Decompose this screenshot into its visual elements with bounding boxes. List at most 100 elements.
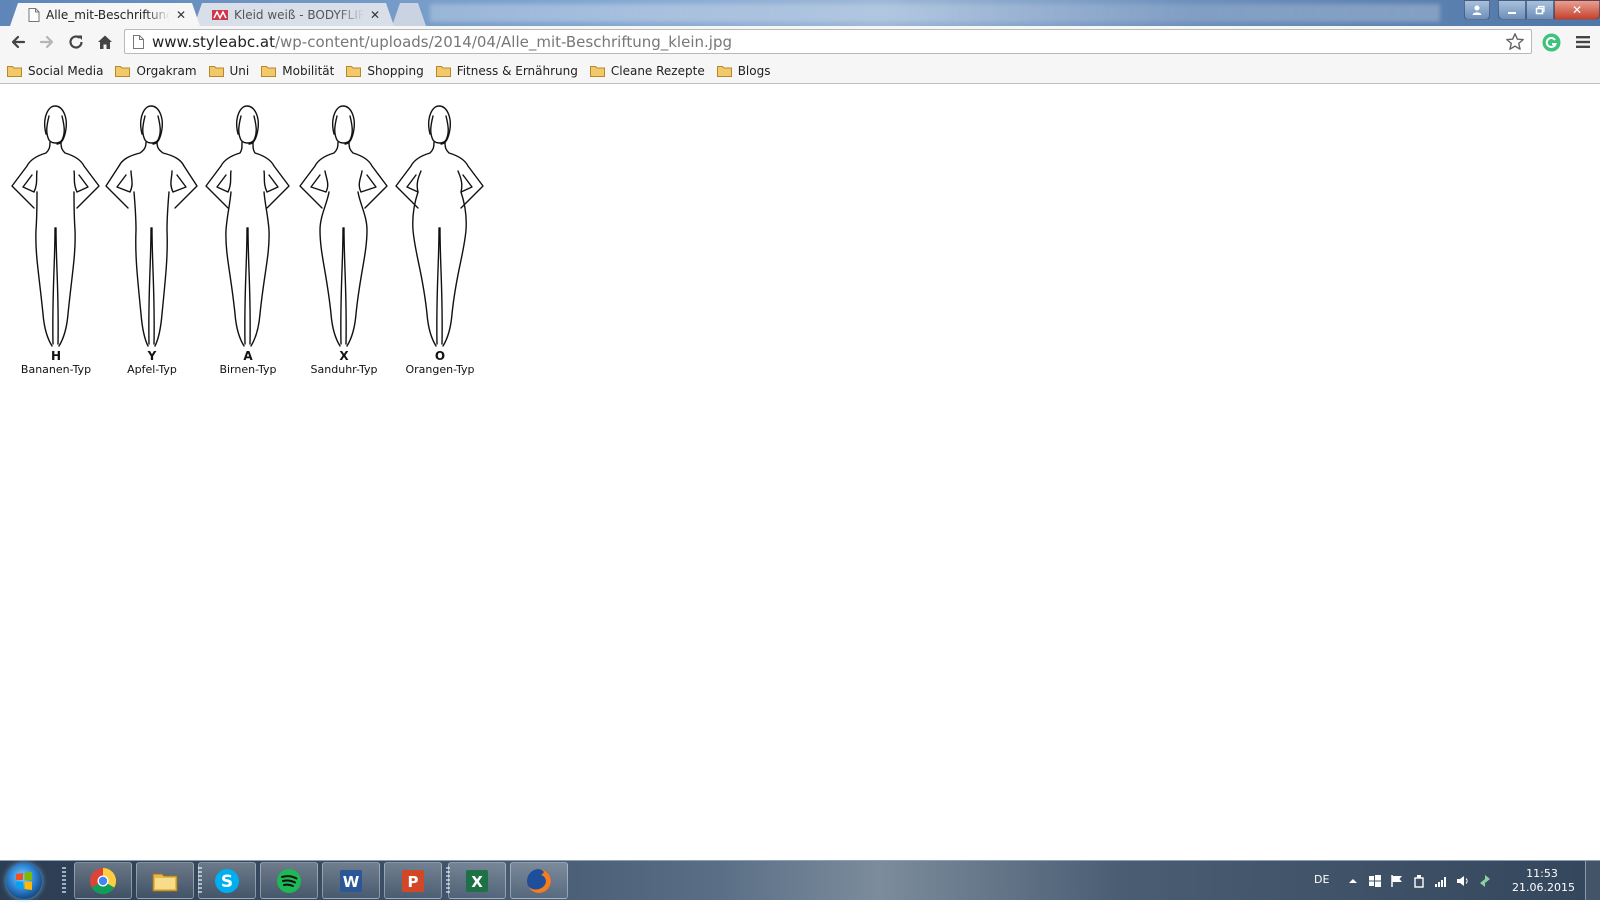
new-tab-button[interactable] xyxy=(392,3,426,26)
reload-button[interactable] xyxy=(61,28,90,56)
body-silhouette-icon xyxy=(11,105,100,347)
taskbar-file-explorer[interactable] xyxy=(136,862,194,899)
bookmark-folder-mobilitaet[interactable]: Mobilität xyxy=(261,64,334,78)
body-type-figure-a: A Birnen-Typ xyxy=(200,104,296,377)
windows-taskbar: S W P X DE 11:53 21.06.2015 xyxy=(0,860,1600,900)
svg-text:S: S xyxy=(221,872,233,892)
windows-update-icon[interactable] xyxy=(1368,874,1382,888)
taskbar-firefox[interactable] xyxy=(510,862,568,899)
bookmark-label: Blogs xyxy=(737,63,771,78)
tab-label: Alle_mit-Beschriftung_klein.jpg xyxy=(46,7,167,22)
url-path: /wp-content/uploads/2014/04/Alle_mit-Bes… xyxy=(274,32,732,51)
powerpoint-icon: P xyxy=(402,869,424,892)
body-type-image: H Bananen-Typ Y Apfel-Typ A Birnen-Typ X… xyxy=(8,104,488,377)
figure-letter: Y xyxy=(147,349,157,363)
show-desktop-button[interactable] xyxy=(1585,861,1600,900)
forward-button[interactable] xyxy=(32,28,61,56)
body-silhouette-icon xyxy=(395,105,484,347)
image-viewport: H Bananen-Typ Y Apfel-Typ A Birnen-Typ X… xyxy=(0,84,1600,860)
user-profile-icon[interactable] xyxy=(1464,0,1490,20)
taskbar-word[interactable]: W xyxy=(322,862,380,899)
bookmark-label: Mobilität xyxy=(282,63,335,78)
bookmark-folder-uni[interactable]: Uni xyxy=(208,63,250,78)
figure-type-name: Sanduhr-Typ xyxy=(310,363,378,376)
close-tab-icon[interactable]: ✕ xyxy=(370,8,380,22)
url-host: www.styleabc.at xyxy=(152,32,275,51)
folder-icon xyxy=(7,65,22,77)
grammarly-extension-icon[interactable] xyxy=(1542,33,1561,52)
window-controls: ✕ xyxy=(1464,0,1600,20)
taskbar-powerpoint[interactable]: P xyxy=(384,862,442,899)
usb-device-icon[interactable] xyxy=(1412,874,1426,888)
excel-icon: X xyxy=(466,869,488,892)
bookmark-star-icon[interactable] xyxy=(1505,32,1525,52)
home-icon xyxy=(97,35,112,49)
action-center-flag-icon[interactable] xyxy=(1390,874,1404,888)
page-icon xyxy=(28,8,40,22)
back-arrow-icon xyxy=(11,35,25,49)
bookmark-label: Uni xyxy=(229,63,250,78)
figure-type-name: Bananen-Typ xyxy=(20,363,92,376)
figure-type-name: Orangen-Typ xyxy=(405,363,475,376)
volume-icon[interactable] xyxy=(1456,874,1470,888)
network-signal-icon[interactable] xyxy=(1434,874,1448,888)
restore-button[interactable] xyxy=(1526,0,1554,20)
bookmark-folder-fitness[interactable]: Fitness & Ernährung xyxy=(435,63,578,78)
home-button[interactable] xyxy=(90,28,119,56)
bookmark-label: Shopping xyxy=(367,63,424,78)
body-silhouette-icon xyxy=(299,105,388,347)
spotify-icon xyxy=(277,868,301,893)
system-tray: DE 11:53 21.06.2015 xyxy=(1302,861,1600,901)
taskbar-clock[interactable]: 11:53 21.06.2015 xyxy=(1512,867,1575,895)
bookmark-label: Orgakram xyxy=(136,63,197,78)
body-type-figure-h: H Bananen-Typ xyxy=(8,104,104,377)
figure-type-name: Apfel-Typ xyxy=(127,363,177,376)
folder-icon xyxy=(261,65,277,77)
figure-letter: A xyxy=(243,349,253,363)
folder-icon xyxy=(208,65,224,77)
bookmark-folder-social-media[interactable]: Social Media xyxy=(7,64,103,78)
menu-icon[interactable] xyxy=(1575,34,1591,50)
bookmark-label: Fitness & Ernährung xyxy=(456,63,578,78)
bookmarks-bar: Social Media Orgakram Uni Mobilität Shop… xyxy=(0,58,1600,84)
blurred-desktop-background xyxy=(430,4,1440,22)
tab-inactive[interactable]: Kleid weiß - BODYFLIRT bei ✕ xyxy=(194,3,394,26)
skype-icon: S xyxy=(215,868,239,893)
taskbar-excel[interactable]: X xyxy=(448,862,506,899)
svg-text:W: W xyxy=(343,873,360,891)
browser-toolbar: www.styleabc.at/wp-content/uploads/2014/… xyxy=(0,26,1600,58)
bookmark-label: Social Media xyxy=(28,63,104,78)
back-button[interactable] xyxy=(3,28,32,56)
reload-icon xyxy=(68,35,83,49)
clock-date: 21.06.2015 xyxy=(1512,881,1575,894)
start-button[interactable] xyxy=(6,863,42,899)
sync-tray-icon[interactable] xyxy=(1478,874,1492,888)
language-indicator[interactable]: DE xyxy=(1314,873,1329,886)
close-window-button[interactable]: ✕ xyxy=(1554,0,1600,20)
taskbar-spotify[interactable] xyxy=(260,862,318,899)
figure-type-name: Birnen-Typ xyxy=(219,363,277,376)
firefox-icon xyxy=(527,868,551,893)
forward-arrow-icon xyxy=(39,35,53,49)
taskbar-skype[interactable]: S xyxy=(198,862,256,899)
svg-text:X: X xyxy=(471,873,483,891)
figure-letter: X xyxy=(339,349,349,363)
bookmark-folder-cleane-rezepte[interactable]: Cleane Rezepte xyxy=(589,63,705,78)
bookmark-folder-shopping[interactable]: Shopping xyxy=(346,63,424,78)
show-hidden-icons-icon[interactable] xyxy=(1346,874,1360,888)
folder-icon xyxy=(346,65,362,77)
taskbar-chrome[interactable] xyxy=(74,862,132,899)
close-tab-icon[interactable]: ✕ xyxy=(176,8,186,22)
chrome-icon xyxy=(90,867,117,894)
folder-icon xyxy=(716,65,732,77)
bookmark-label: Cleane Rezepte xyxy=(610,63,705,78)
minimize-button[interactable] xyxy=(1498,0,1526,20)
address-bar[interactable]: www.styleabc.at/wp-content/uploads/2014/… xyxy=(124,29,1532,54)
body-silhouette-icon xyxy=(105,105,198,347)
tab-active[interactable]: Alle_mit-Beschriftung_klein.jpg ✕ xyxy=(10,3,200,26)
svg-text:P: P xyxy=(408,873,419,891)
bookmark-folder-orgakram[interactable]: Orgakram xyxy=(115,63,197,78)
taskbar-grip xyxy=(62,867,66,895)
folder-icon xyxy=(589,65,605,77)
bookmark-folder-blogs[interactable]: Blogs xyxy=(716,63,771,78)
